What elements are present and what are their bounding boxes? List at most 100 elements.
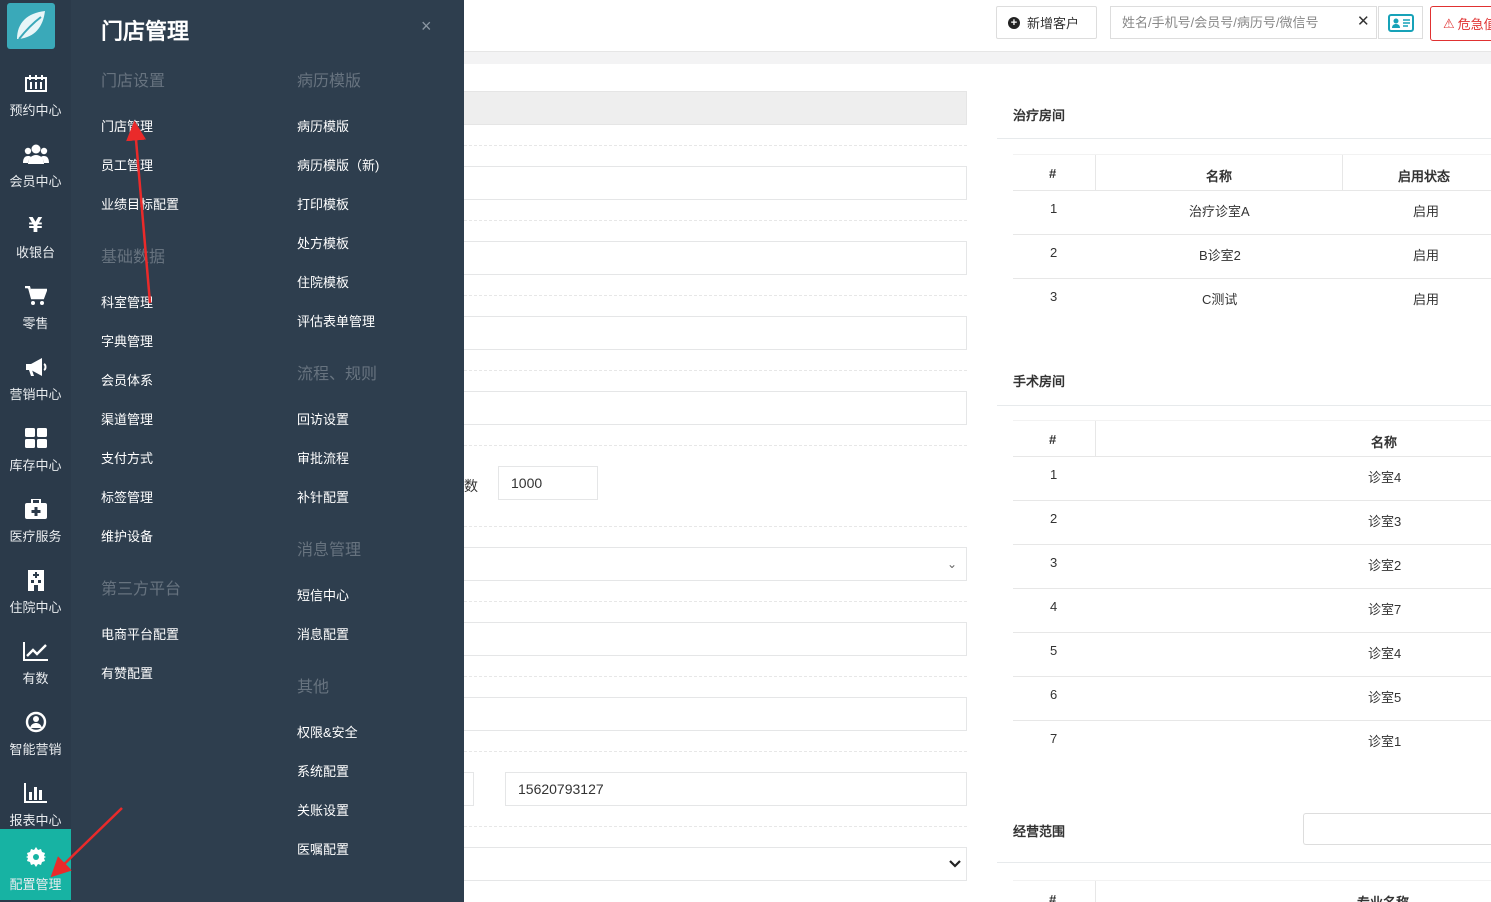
room-name: 诊室3 <box>1368 514 1402 529</box>
menu-item-departments[interactable]: 科室管理 <box>101 292 153 311</box>
rail-label: 会员中心 <box>9 174 62 189</box>
menu-item-record-template[interactable]: 病历模版 <box>297 116 349 135</box>
grid-icon <box>24 425 47 451</box>
menu-item-booster[interactable]: 补针配置 <box>297 487 349 506</box>
leaf-logo-icon <box>17 11 45 40</box>
rail-label: 智能营销 <box>9 742 62 757</box>
form-text-field[interactable] <box>464 241 967 275</box>
business-scope-input[interactable] <box>1303 813 1491 845</box>
menu-item-sms-center[interactable]: 短信中心 <box>297 585 349 604</box>
rail-item-medical[interactable]: 医疗服务 <box>0 481 71 552</box>
menu-item-inpatient-template[interactable]: 住院模板 <box>297 272 349 291</box>
form-select[interactable] <box>464 847 967 881</box>
menu-item-assessment-forms[interactable]: 评估表单管理 <box>297 311 375 330</box>
menu-item-permissions[interactable]: 权限&安全 <box>297 722 358 741</box>
app-logo[interactable] <box>7 3 55 49</box>
divider <box>464 145 967 146</box>
divider <box>464 826 967 827</box>
table-row: 1 诊室4 <box>1013 457 1491 501</box>
close-icon[interactable]: × <box>421 16 432 37</box>
id-card-icon <box>1387 13 1414 32</box>
surgery-rooms-title: 手术房间 <box>1013 374 1066 389</box>
rail-item-cashier[interactable]: ¥ 收银台 <box>0 197 71 268</box>
form-text-field[interactable] <box>464 316 967 350</box>
table-row: 2 B诊室2 启用 <box>1013 235 1491 279</box>
table-row: 1 治疗诊室A 启用 <box>1013 191 1491 235</box>
critical-value-label: 危急值 <box>1457 17 1491 32</box>
rail-item-reports[interactable]: 报表中心 <box>0 765 71 836</box>
customer-search-input[interactable] <box>1110 6 1377 39</box>
room-name: 诊室4 <box>1368 646 1402 661</box>
rail-item-members[interactable]: 会员中心 <box>0 126 71 197</box>
menu-item-tags[interactable]: 标签管理 <box>101 487 153 506</box>
column-separator <box>1095 421 1096 457</box>
rail-item-smart-marketing[interactable]: 智能营销 <box>0 694 71 765</box>
room-name: 诊室1 <box>1368 734 1402 749</box>
menu-item-system-config[interactable]: 系统配置 <box>297 761 349 780</box>
form-text-field[interactable] <box>464 166 967 200</box>
menu-item-approval-flow[interactable]: 审批流程 <box>297 448 349 467</box>
menu-item-youzan[interactable]: 有赞配置 <box>101 663 153 682</box>
menu-item-ecommerce[interactable]: 电商平台配置 <box>101 624 179 643</box>
warning-icon: ⚠ <box>1443 15 1455 31</box>
rail-item-inventory[interactable]: 库存中心 <box>0 410 71 481</box>
menu-item-print-template[interactable]: 打印模板 <box>297 194 349 213</box>
menu-item-prescription-template[interactable]: 处方模板 <box>297 233 349 252</box>
menu-item-message-config[interactable]: 消息配置 <box>297 624 349 643</box>
row-index: 4 <box>1050 599 1058 614</box>
divider <box>464 445 967 446</box>
form-text-field[interactable] <box>464 622 967 656</box>
row-index: 3 <box>1050 555 1058 570</box>
rail-label: 营销中心 <box>9 387 62 402</box>
row-index: 1 <box>1050 467 1058 482</box>
room-name: 诊室7 <box>1368 602 1402 617</box>
room-name: 诊室4 <box>1368 470 1402 485</box>
rail-label: 有数 <box>22 671 49 686</box>
form-select[interactable]: ⌄ <box>464 547 967 581</box>
menu-group-title: 病历模版 <box>297 73 362 90</box>
rail-item-youshu[interactable]: 有数 <box>0 623 71 694</box>
menu-item-followup[interactable]: 回访设置 <box>297 409 349 428</box>
menu-item-channels[interactable]: 渠道管理 <box>101 409 153 428</box>
rail-item-inpatient[interactable]: 住院中心 <box>0 552 71 623</box>
id-card-button[interactable] <box>1378 6 1423 39</box>
form-text-field[interactable] <box>464 697 967 731</box>
divider <box>464 751 967 752</box>
menu-item-store-management[interactable]: 门店管理 <box>101 116 153 135</box>
clear-search-icon[interactable]: ✕ <box>1357 12 1370 30</box>
menu-item-closing-settings[interactable]: 关账设置 <box>297 800 349 819</box>
divider <box>464 601 967 602</box>
rail-item-appointments[interactable]: 预约中心 <box>0 55 71 126</box>
room-name: 诊室5 <box>1368 690 1402 705</box>
number-input[interactable]: 1000 <box>498 466 598 500</box>
rail-item-retail[interactable]: 零售 <box>0 268 71 339</box>
row-index: 5 <box>1050 643 1058 658</box>
menu-group-title: 消息管理 <box>297 542 362 559</box>
table-row: 5 诊室4 <box>1013 633 1491 677</box>
phone-input[interactable]: 15620793127 <box>505 772 967 806</box>
menu-item-dictionary[interactable]: 字典管理 <box>101 331 153 350</box>
table-row: 4 诊室7 <box>1013 589 1491 633</box>
menu-item-devices[interactable]: 维护设备 <box>101 526 153 545</box>
rail-item-config[interactable]: 配置管理 <box>0 829 71 900</box>
business-scope-table-header: # 专业名称 <box>1013 880 1491 902</box>
menu-item-staff-management[interactable]: 员工管理 <box>101 155 153 174</box>
critical-value-button[interactable]: ⚠ 危急值 <box>1430 6 1491 41</box>
menu-group-title: 第三方平台 <box>101 581 182 598</box>
rail-item-marketing[interactable]: 营销中心 <box>0 339 71 410</box>
menu-item-performance-targets[interactable]: 业绩目标配置 <box>101 194 179 213</box>
new-customer-button[interactable]: + 新增客户 <box>996 6 1097 39</box>
menu-item-payment-methods[interactable]: 支付方式 <box>101 448 153 467</box>
divider <box>997 138 1491 139</box>
menu-item-membership[interactable]: 会员体系 <box>101 370 153 389</box>
form-text-field[interactable] <box>464 391 967 425</box>
phone-prefix-field[interactable] <box>464 772 474 806</box>
menu-group-title: 其他 <box>297 679 330 696</box>
room-name: B诊室2 <box>1199 248 1241 263</box>
menu-item-record-template-new[interactable]: 病历模版（新) <box>297 155 379 174</box>
column-header: 名称 <box>1371 435 1398 450</box>
treatment-rooms-title: 治疗房间 <box>1013 108 1066 123</box>
menu-item-orders-config[interactable]: 医嘱配置 <box>297 839 349 858</box>
room-name: 治疗诊室A <box>1189 204 1250 219</box>
column-header: 名称 <box>1206 169 1233 184</box>
